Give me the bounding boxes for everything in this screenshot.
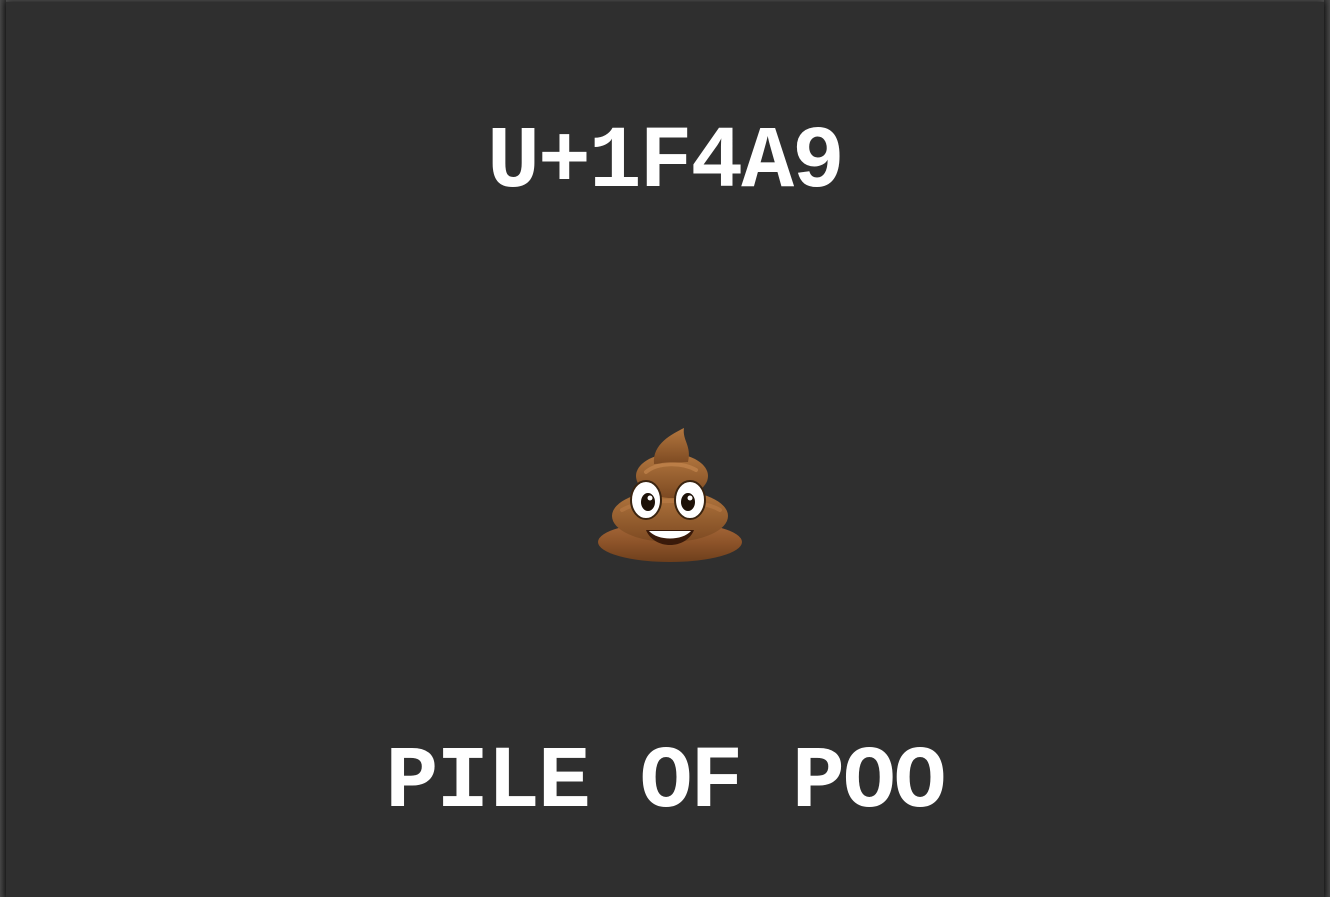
character-name: PILE OF POO <box>385 734 947 833</box>
codepoint-label: U+1F4A9 <box>487 114 845 213</box>
slide-page: U+1F4A9 PILE OF POO <box>6 2 1324 897</box>
pile-of-poo-icon <box>592 424 748 568</box>
window-right-edge <box>1324 0 1330 897</box>
